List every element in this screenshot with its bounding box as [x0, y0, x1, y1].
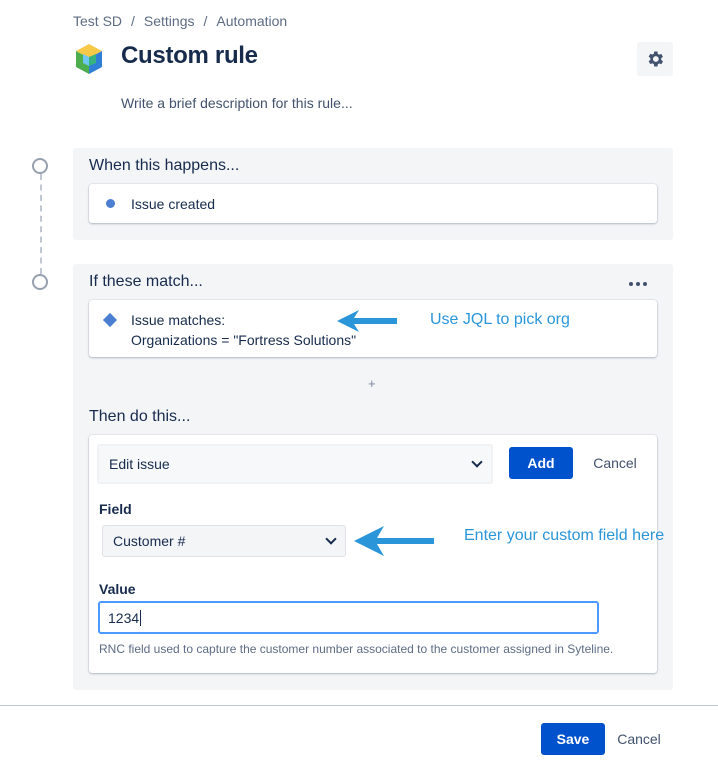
timeline-node-trigger: [32, 158, 48, 174]
condition-line-1: Issue matches:: [131, 312, 226, 328]
footer-divider: [0, 705, 718, 706]
trigger-dot-icon: [106, 199, 115, 208]
arrow-left-icon: [337, 310, 397, 332]
condition-line-2: Organizations = "Fortress Solutions": [131, 332, 357, 348]
rule-description-input[interactable]: Write a brief description for this rule.…: [121, 95, 353, 111]
page-title: Custom rule: [121, 42, 258, 69]
chevron-down-icon: [471, 456, 483, 468]
arrow-left-icon: [354, 526, 434, 556]
chevron-down-icon: [325, 533, 337, 545]
value-label: Value: [99, 581, 136, 597]
breadcrumb: Test SD / Settings / Automation: [73, 13, 287, 29]
app-logo-icon: [73, 42, 105, 76]
value-help-text: RNC field used to capture the customer n…: [99, 642, 614, 656]
field-select[interactable]: Customer #: [102, 525, 346, 557]
cancel-button[interactable]: Cancel: [612, 723, 666, 755]
action-type-select[interactable]: Edit issue: [97, 444, 493, 484]
settings-button[interactable]: [637, 42, 673, 76]
timeline-connector: [40, 174, 42, 274]
breadcrumb-separator: /: [131, 13, 135, 29]
annotation-custom-field: Enter your custom field here: [464, 527, 665, 544]
breadcrumb-settings[interactable]: Settings: [144, 13, 195, 29]
cancel-action-button[interactable]: Cancel: [584, 447, 646, 479]
trigger-item-label: Issue created: [131, 196, 216, 212]
action-type-value: Edit issue: [109, 456, 170, 472]
action-heading: Then do this...: [89, 408, 191, 425]
breadcrumb-separator: /: [203, 13, 208, 29]
trigger-heading: When this happens...: [89, 157, 240, 174]
breadcrumb-automation[interactable]: Automation: [216, 13, 287, 29]
more-icon[interactable]: [629, 281, 647, 287]
field-select-value: Customer #: [113, 533, 186, 549]
value-input[interactable]: 1234: [98, 601, 599, 634]
save-button[interactable]: Save: [541, 723, 605, 755]
condition-heading: If these match...: [89, 273, 203, 290]
value-input-text: 1234: [108, 609, 140, 626]
annotation-jql: Use JQL to pick org: [430, 311, 570, 328]
text-caret: [140, 609, 142, 626]
timeline-node-condition: [32, 274, 48, 290]
add-button[interactable]: Add: [509, 447, 573, 479]
field-label: Field: [99, 501, 132, 517]
gear-icon: [648, 51, 663, 67]
add-component-button[interactable]: +: [368, 376, 376, 391]
breadcrumb-project[interactable]: Test SD: [73, 13, 122, 29]
